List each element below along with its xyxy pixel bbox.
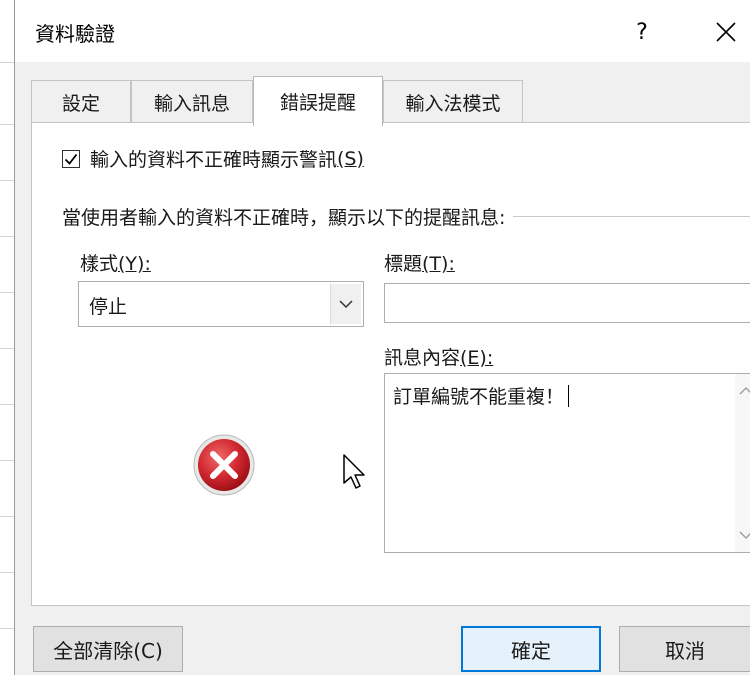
- close-button[interactable]: [703, 10, 749, 54]
- error-alert-panel: 輸入的資料不正確時顯示警訊 (S) 當使用者輸入的資料不正確時，顯示以下的提醒訊息…: [31, 122, 750, 606]
- stop-error-icon: [193, 434, 255, 496]
- message-scrollbar[interactable]: [735, 374, 750, 552]
- section-header: 當使用者輸入的資料不正確時，顯示以下的提醒訊息:: [62, 203, 750, 230]
- show-alert-label: 輸入的資料不正確時顯示警訊: [90, 149, 338, 171]
- tab-ime-mode[interactable]: 輸入法模式: [383, 80, 523, 124]
- style-dropdown-value: 停止: [89, 296, 128, 318]
- section-label: 當使用者輸入的資料不正確時，顯示以下的提醒訊息:: [62, 207, 506, 229]
- cancel-button[interactable]: 取消: [619, 626, 750, 672]
- dropdown-arrow[interactable]: [330, 284, 361, 324]
- data-validation-dialog: 資料驗證 ? 設定 輸入訊息 錯誤提醒 輸入法模式 輸入的資料不正確時顯示警訊(…: [14, 0, 750, 675]
- message-field-label: 訊息內容(E):: [384, 347, 494, 369]
- show-alert-checkbox[interactable]: [62, 149, 80, 168]
- show-alert-checkbox-row[interactable]: 輸入的資料不正確時顯示警訊 (S): [62, 145, 364, 172]
- tab-input-message[interactable]: 輸入訊息: [131, 80, 253, 124]
- show-alert-shortcut: (S): [337, 147, 364, 170]
- title-input[interactable]: [384, 283, 750, 323]
- close-icon: [716, 22, 736, 42]
- dialog-tabs: 設定 輸入訊息 錯誤提醒 輸入法模式: [31, 76, 731, 126]
- dialog-title: 資料驗證: [35, 22, 115, 46]
- tab-settings[interactable]: 設定: [31, 80, 131, 124]
- ok-button[interactable]: 確定: [461, 626, 601, 672]
- checkmark-icon: [64, 153, 78, 165]
- clear-all-button[interactable]: 全部清除(C): [33, 626, 183, 672]
- tab-error-alert[interactable]: 錯誤提醒: [253, 76, 383, 126]
- text-caret: [568, 385, 570, 407]
- message-textarea[interactable]: 訂單編號不能重複！: [384, 373, 750, 553]
- help-button[interactable]: ?: [619, 10, 665, 54]
- section-divider: [513, 216, 750, 217]
- chevron-down-icon: [339, 300, 353, 309]
- dialog-titlebar: 資料驗證 ?: [15, 0, 750, 62]
- message-text: 訂單編號不能重複！: [393, 382, 570, 409]
- scroll-down-icon[interactable]: [739, 530, 750, 540]
- style-field-label: 樣式(Y):: [80, 253, 151, 275]
- style-dropdown[interactable]: 停止: [78, 281, 364, 327]
- scroll-up-icon[interactable]: [739, 386, 750, 396]
- title-field-label: 標題(T):: [384, 253, 455, 275]
- mouse-cursor-icon: [343, 454, 365, 489]
